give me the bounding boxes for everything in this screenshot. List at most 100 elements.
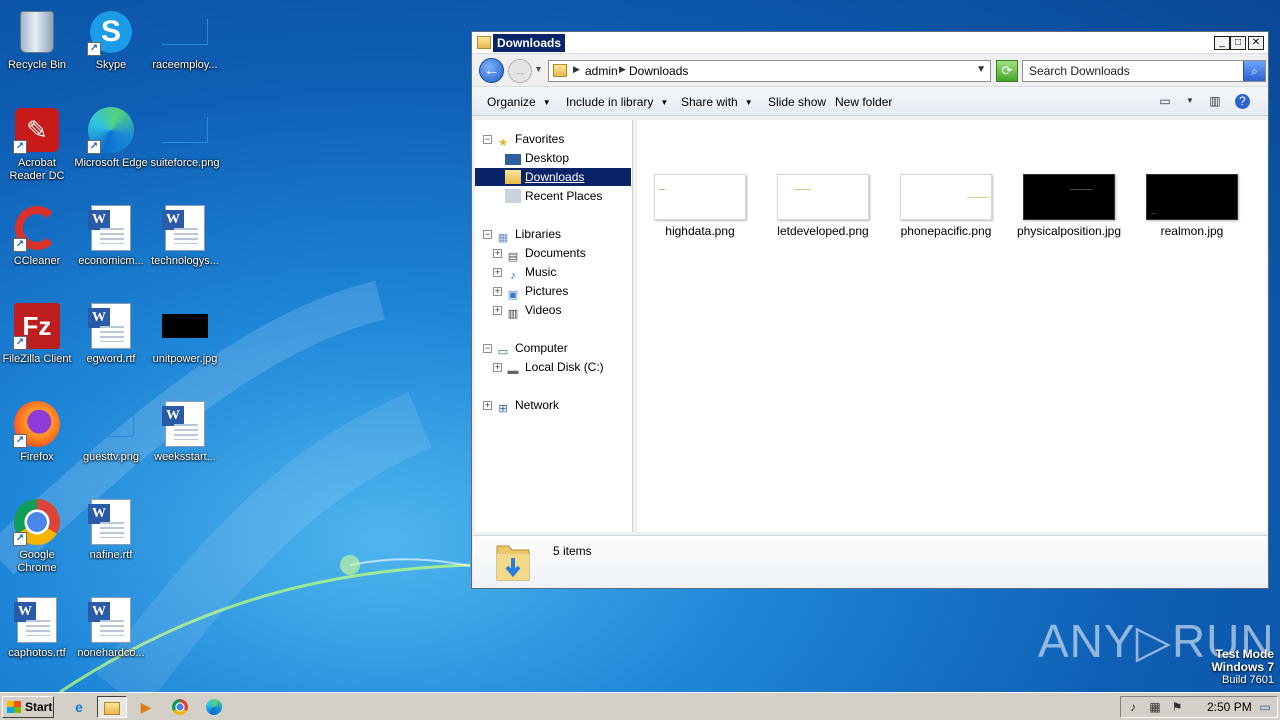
slide-show-button[interactable]: Slide show	[768, 95, 826, 109]
chrome-taskbar-icon[interactable]	[165, 696, 195, 718]
nav-videos[interactable]: ▥ Videos	[505, 301, 562, 320]
breadcrumb-admin[interactable]: admin	[585, 64, 618, 78]
view-options-icon[interactable]: ▭	[1157, 94, 1173, 108]
desktop-icon-nonehardco[interactable]: W nonehardco...	[74, 596, 148, 660]
start-button[interactable]: Start	[2, 696, 54, 718]
nav-favorites[interactable]: ★ Favorites	[495, 130, 564, 149]
windows-explorer-icon[interactable]	[97, 696, 127, 718]
edge-taskbar-icon[interactable]	[199, 696, 229, 718]
desktop-icon-raceemploy[interactable]: raceemploy...	[148, 8, 222, 72]
help-icon[interactable]: ?	[1235, 94, 1250, 109]
organize-menu[interactable]: Organize ▼	[487, 95, 551, 109]
expand-pictures-icon[interactable]: +	[493, 287, 502, 296]
expand-local-disk-icon[interactable]: +	[493, 363, 502, 372]
preview-pane-icon[interactable]: ▥	[1207, 94, 1223, 108]
file-item[interactable]: realmon.jpg	[1132, 174, 1252, 238]
expand-music-icon[interactable]: +	[493, 268, 502, 277]
expand-network-icon[interactable]: +	[483, 401, 492, 410]
desktop-icon-ccleaner[interactable]: ↗ CCleaner	[0, 204, 74, 268]
file-item[interactable]: physicalposition.jpg	[1009, 174, 1129, 238]
close-button[interactable]: ✕	[1248, 36, 1264, 50]
clock[interactable]: 2:50 PM	[1207, 700, 1252, 714]
nav-music[interactable]: ♪ Music	[505, 263, 556, 282]
desktop-icon-chrome[interactable]: ↗ Google Chrome	[0, 498, 74, 575]
desktop-icon-unitpower[interactable]: unitpower.jpg	[148, 302, 222, 366]
search-box[interactable]: ⌕	[1022, 60, 1266, 82]
back-button[interactable]: ←	[479, 58, 504, 83]
desktop-icon-recycle-bin[interactable]: Recycle Bin	[0, 8, 74, 72]
network-icon: ⊞	[498, 403, 508, 415]
collapse-libraries-icon[interactable]: −	[483, 230, 492, 239]
shortcut-arrow-icon: ↗	[13, 532, 27, 546]
internet-explorer-icon[interactable]: e	[64, 696, 94, 718]
forward-button[interactable]: →	[508, 59, 532, 83]
nav-documents[interactable]: ▤ Documents	[505, 244, 586, 263]
desktop-icon-skype[interactable]: S ↗ Skype	[74, 8, 148, 72]
nav-downloads[interactable]: Downloads	[475, 168, 631, 186]
network-tray-icon[interactable]: ▦	[1147, 699, 1163, 715]
nav-libraries[interactable]: ▦ Libraries	[495, 225, 561, 244]
nav-pictures[interactable]: ▣ Pictures	[505, 282, 569, 301]
nav-desktop[interactable]: Desktop	[505, 149, 569, 167]
system-tray: ♪ ▦ ⚑ 2:50 PM ▭	[1120, 696, 1278, 718]
breadcrumb-separator-icon[interactable]: ▶	[619, 64, 626, 75]
desktop-icon-egword[interactable]: W egword.rtf	[74, 302, 148, 366]
expand-videos-icon[interactable]: +	[493, 306, 502, 315]
include-in-library-menu[interactable]: Include in library ▼	[566, 95, 668, 109]
desktop-icon-economicm[interactable]: W economicm...	[74, 204, 148, 268]
show-desktop-icon[interactable]: ▭	[1257, 699, 1273, 715]
desktop-icon-suiteforce[interactable]: suiteforce.png	[148, 106, 222, 170]
test-mode-notice: Test Mode Windows 7 Build 7601	[1211, 648, 1274, 687]
volume-icon[interactable]: ♪	[1125, 699, 1141, 715]
action-center-flag-icon[interactable]: ⚑	[1169, 699, 1185, 715]
address-row: ← → ▼ ▶ admin ▶ Downloads ▼ ⟳ ⌕	[472, 54, 1268, 86]
explorer-window[interactable]: Downloads _ □ ✕ ← → ▼ ▶ admin ▶ Download…	[471, 31, 1269, 589]
desktop-icon-technologys[interactable]: W technologys...	[148, 204, 222, 268]
folder-icon	[553, 64, 567, 77]
desktop-icon-caphotos[interactable]: W caphotos.rtf	[0, 596, 74, 660]
file-item[interactable]: phonepacific.png	[886, 174, 1006, 238]
desktop-icon-nafine[interactable]: W nafine.rtf	[74, 498, 148, 562]
acrobat-icon: ✎ ↗	[13, 106, 61, 154]
file-list[interactable]: highdata.png letdeveloped.png phonepacif…	[637, 120, 1267, 532]
item-count: 5 items	[553, 544, 592, 558]
shortcut-arrow-icon: ↗	[13, 434, 27, 448]
file-item[interactable]: highdata.png	[640, 174, 760, 238]
expand-documents-icon[interactable]: +	[493, 249, 502, 258]
nav-computer[interactable]: ▭ Computer	[495, 339, 568, 358]
desktop-icon-filezilla[interactable]: Fz ↗ FileZilla Client	[0, 302, 74, 366]
desktop-icon-firefox[interactable]: ↗ Firefox	[0, 400, 74, 464]
nav-recent-places[interactable]: Recent Places	[505, 187, 602, 205]
file-item[interactable]: letdeveloped.png	[763, 174, 883, 238]
edge-icon: ↗	[87, 106, 135, 154]
desktop-icon-acrobat[interactable]: ✎ ↗ Acrobat Reader DC	[0, 106, 74, 183]
collapse-favorites-icon[interactable]: −	[483, 135, 492, 144]
search-input[interactable]	[1023, 61, 1243, 81]
word-document-icon: W	[87, 498, 135, 546]
shortcut-arrow-icon: ↗	[13, 140, 27, 154]
folder-icon	[477, 36, 491, 49]
desktop-icon-guesttv[interactable]: guesttv.png	[74, 400, 148, 464]
window-title: Downloads	[493, 34, 566, 52]
collapse-computer-icon[interactable]: −	[483, 344, 492, 353]
recent-pages-dropdown[interactable]: ▼	[534, 64, 543, 74]
desktop-icon-weeksstart[interactable]: W weeksstart...	[148, 400, 222, 464]
address-bar[interactable]: ▶ admin ▶ Downloads ▼	[548, 60, 991, 82]
desktop-icon-edge[interactable]: ↗ Microsoft Edge	[74, 106, 148, 170]
share-with-menu[interactable]: Share with ▼	[681, 95, 753, 109]
refresh-button[interactable]: ⟳	[996, 60, 1018, 82]
breadcrumb-downloads[interactable]: Downloads	[629, 64, 688, 78]
address-dropdown-icon[interactable]: ▼	[976, 64, 986, 75]
maximize-button[interactable]: □	[1230, 36, 1246, 50]
breadcrumb-separator-icon[interactable]: ▶	[573, 64, 580, 75]
search-icon[interactable]: ⌕	[1243, 61, 1265, 81]
new-folder-button[interactable]: New folder	[835, 95, 892, 109]
image-thumbnail	[777, 174, 869, 220]
chevron-down-icon[interactable]: ▼	[1182, 94, 1198, 108]
title-bar[interactable]: Downloads _ □ ✕	[472, 32, 1268, 54]
media-player-icon[interactable]: ▶	[131, 696, 161, 718]
nav-local-disk[interactable]: ▬ Local Disk (C:)	[505, 358, 604, 377]
word-document-icon: W	[161, 204, 209, 252]
nav-network[interactable]: ⊞ Network	[495, 396, 559, 415]
minimize-button[interactable]: _	[1214, 36, 1230, 50]
